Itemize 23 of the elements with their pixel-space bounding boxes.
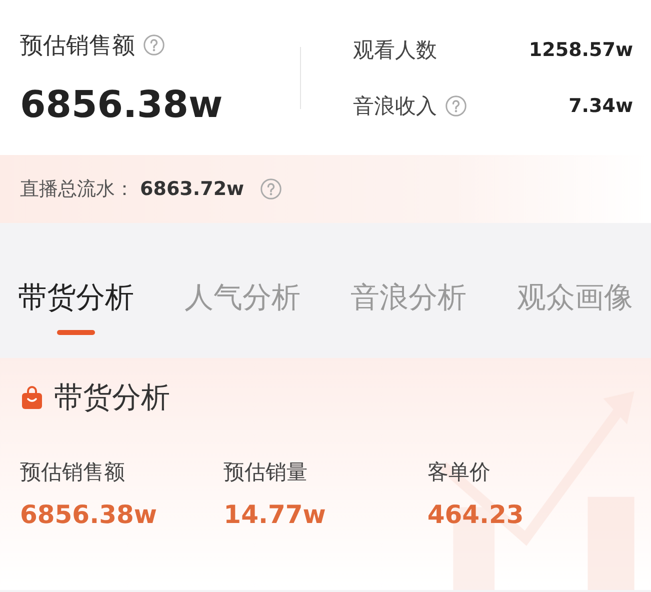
metric-label: 直播总流水： <box>20 177 134 202</box>
help-icon[interactable] <box>260 178 282 200</box>
metric-value: 6856.38w <box>20 500 158 529</box>
metric-value: 14.77w <box>224 500 327 529</box>
tab[interactable]: 观众画像 <box>516 277 633 337</box>
tab[interactable]: 带货分析 <box>18 277 134 337</box>
metric-label: 音浪收入 <box>353 92 437 120</box>
tab[interactable]: 人气分析 <box>184 277 300 337</box>
metric-label: 观看人数 <box>353 36 437 64</box>
shopping-bag-icon <box>20 386 44 410</box>
metric-value: 6863.72w <box>140 178 244 200</box>
help-icon[interactable] <box>143 34 165 56</box>
tab[interactable]: 音浪分析 <box>350 277 467 337</box>
metric-value: 7.34w <box>568 94 633 116</box>
metric-label: 预估销售额 <box>20 32 135 60</box>
metric-value: 6856.38w <box>20 82 224 126</box>
section-title: 带货分析 <box>54 379 170 416</box>
metric-label: 预估销售额 <box>20 459 126 486</box>
metric-label: 客单价 <box>427 459 492 486</box>
metric-label: 预估销量 <box>224 459 309 486</box>
metric-value: 464.23 <box>427 500 525 529</box>
help-icon[interactable] <box>445 94 467 116</box>
metric-value: 1258.57w <box>528 38 633 60</box>
